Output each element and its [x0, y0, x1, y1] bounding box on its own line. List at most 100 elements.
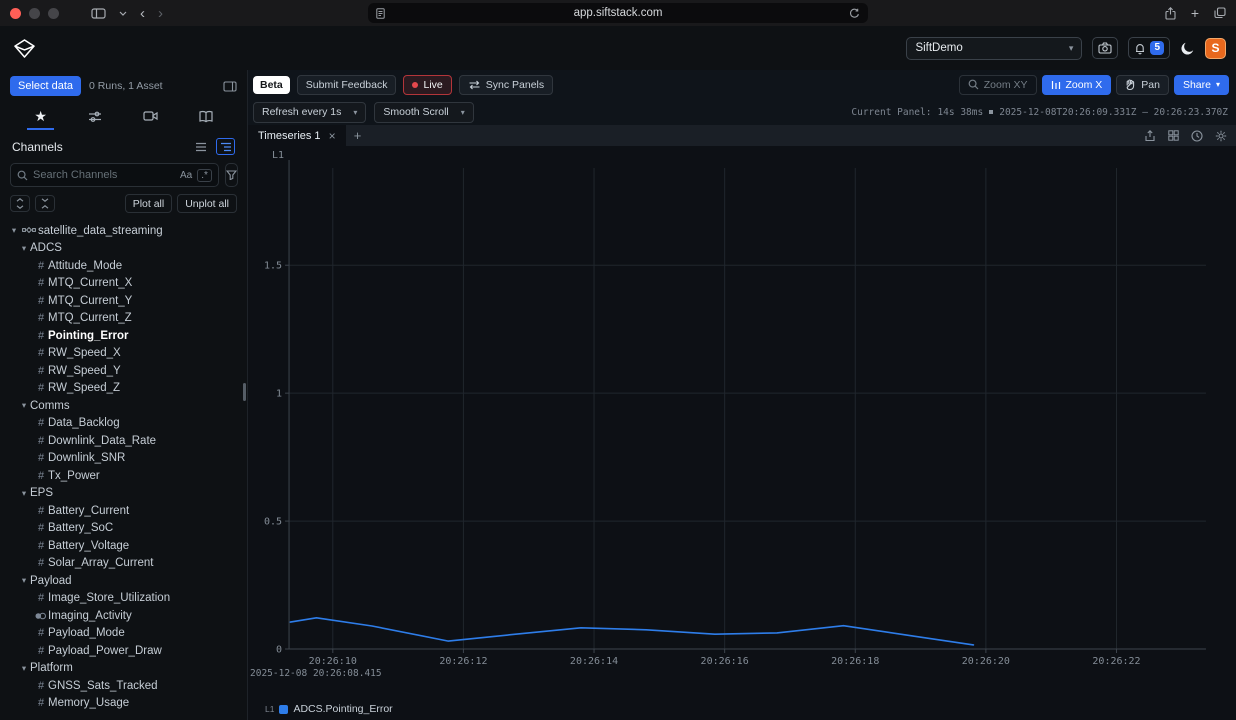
expand-all-icon[interactable]: [10, 195, 30, 212]
tree-group-item[interactable]: ▾Payload: [0, 572, 247, 590]
svg-text:1.5: 1.5: [264, 261, 282, 272]
video-icon: [143, 110, 158, 122]
search-input[interactable]: [33, 169, 175, 181]
back-icon[interactable]: ‹: [140, 6, 145, 21]
collapse-all-icon[interactable]: [35, 195, 55, 212]
tree-channel-item[interactable]: #Battery_SoC: [0, 520, 247, 538]
tab-timeseries-1[interactable]: Timeseries 1 ×: [248, 125, 346, 146]
address-bar[interactable]: app.siftstack.com: [368, 3, 868, 23]
refresh-interval-select[interactable]: Refresh every 1s ▾: [253, 102, 366, 123]
timeseries-chart[interactable]: 20:26:1020:26:1220:26:1420:26:1620:26:18…: [248, 146, 1236, 720]
tree-channel-item[interactable]: #Image_Store_Utilization: [0, 590, 247, 608]
tree-view-icon[interactable]: [216, 138, 235, 155]
export-icon[interactable]: [1144, 130, 1156, 142]
pan-button[interactable]: Pan: [1116, 75, 1169, 95]
tree-channel-item[interactable]: #MTQ_Current_X: [0, 275, 247, 293]
avatar[interactable]: S: [1205, 38, 1226, 59]
list-view-icon[interactable]: [191, 138, 210, 155]
filter-icon[interactable]: [225, 163, 238, 187]
zoom-x-button[interactable]: Zoom X: [1042, 75, 1112, 95]
tree-channel-item[interactable]: #Attitude_Mode: [0, 257, 247, 275]
settings-icon[interactable]: [1215, 130, 1227, 142]
workspace-select[interactable]: SiftDemo ▾: [906, 37, 1082, 60]
scrollbar-thumb[interactable]: [243, 383, 246, 401]
theme-toggle-button[interactable]: [1180, 41, 1195, 56]
tree-channel-item[interactable]: #MTQ_Current_Z: [0, 310, 247, 328]
page-settings-icon[interactable]: [376, 8, 385, 19]
numeric-channel-icon: #: [34, 697, 48, 709]
tree-channel-item[interactable]: #GNSS_Sats_Tracked: [0, 677, 247, 695]
notifications-button[interactable]: 5: [1128, 37, 1170, 59]
tab-reports[interactable]: [192, 104, 220, 130]
tree-channel-item[interactable]: #Solar_Array_Current: [0, 555, 247, 573]
submit-feedback-button[interactable]: Submit Feedback: [297, 75, 397, 95]
tree-channel-item[interactable]: #RW_Speed_X: [0, 345, 247, 363]
tab-overview-icon[interactable]: [1214, 7, 1226, 19]
live-button[interactable]: Live: [403, 75, 451, 95]
regex-toggle[interactable]: .*: [197, 169, 212, 182]
window-zoom-button[interactable]: [48, 8, 59, 19]
caret-down-icon[interactable]: ▾: [18, 575, 30, 586]
numeric-channel-icon: #: [34, 347, 48, 359]
caret-down-icon[interactable]: ▾: [18, 243, 30, 254]
channel-tree: ▾satellite_data_streaming▾ADCS#Attitude_…: [0, 218, 247, 720]
tree-channel-item[interactable]: #Payload_Power_Draw: [0, 642, 247, 660]
tree-channel-item[interactable]: Imaging_Activity: [0, 607, 247, 625]
tree-channel-item[interactable]: #Battery_Voltage: [0, 537, 247, 555]
tree-channel-item[interactable]: #Battery_Current: [0, 502, 247, 520]
unplot-all-button[interactable]: Unplot all: [177, 194, 237, 213]
tab-video[interactable]: [136, 104, 165, 130]
tree-channel-item[interactable]: #Memory_Usage: [0, 695, 247, 713]
capture-button[interactable]: [1092, 37, 1118, 59]
share-page-icon[interactable]: [1165, 7, 1176, 20]
close-tab-icon[interactable]: ×: [329, 130, 336, 142]
tree-channel-item[interactable]: #Downlink_Data_Rate: [0, 432, 247, 450]
numeric-channel-icon: #: [34, 522, 48, 534]
tree-asset-item[interactable]: ▾satellite_data_streaming: [0, 222, 247, 240]
select-data-button[interactable]: Select data: [10, 76, 81, 96]
tree-channel-item[interactable]: #Tx_Power: [0, 467, 247, 485]
svg-text:2025-12-08 20:26:08.415: 2025-12-08 20:26:08.415: [250, 668, 382, 679]
new-tab-icon[interactable]: +: [1191, 6, 1199, 20]
enum-channel-icon: [34, 611, 48, 621]
share-button[interactable]: Share ▾: [1174, 75, 1229, 95]
tree-group-item[interactable]: ▾Comms: [0, 397, 247, 415]
sift-logo[interactable]: [14, 39, 35, 58]
tree-group-item[interactable]: ▾EPS: [0, 485, 247, 503]
zoom-xy-button[interactable]: Zoom XY: [959, 75, 1037, 95]
reload-icon[interactable]: [849, 8, 860, 19]
tree-channel-item[interactable]: #Data_Backlog: [0, 415, 247, 433]
collapse-sidebar-icon[interactable]: [223, 81, 237, 92]
match-case-toggle[interactable]: Aa: [180, 170, 192, 181]
caret-down-icon[interactable]: ▾: [8, 225, 20, 236]
browser-sidebar-icon[interactable]: [91, 8, 106, 19]
tree-channel-item[interactable]: #Payload_Mode: [0, 625, 247, 643]
tree-channel-item[interactable]: #Pointing_Error: [0, 327, 247, 345]
caret-down-icon[interactable]: ▾: [18, 663, 30, 674]
tree-channel-item[interactable]: #MTQ_Current_Y: [0, 292, 247, 310]
tab-channels[interactable]: ★: [27, 104, 54, 130]
caret-down-icon[interactable]: ▾: [18, 400, 30, 411]
tree-channel-item[interactable]: #Downlink_SNR: [0, 450, 247, 468]
forward-icon[interactable]: ›: [158, 6, 163, 21]
scroll-mode-select[interactable]: Smooth Scroll ▾: [374, 102, 473, 123]
history-icon[interactable]: [1191, 130, 1203, 142]
svg-text:20:26:20: 20:26:20: [962, 656, 1010, 667]
layout-icon[interactable]: [1168, 130, 1179, 141]
numeric-channel-icon: #: [34, 330, 48, 342]
chart-legend[interactable]: L1 ADCS.Pointing_Error: [265, 703, 393, 715]
current-panel-info: Current Panel: 14s 38ms 2025-12-08T20:26…: [851, 107, 1228, 118]
tree-group-item[interactable]: ▾ADCS: [0, 240, 247, 258]
window-close-button[interactable]: [10, 8, 21, 19]
tree-channel-item[interactable]: #RW_Speed_Z: [0, 380, 247, 398]
caret-down-icon[interactable]: ▾: [18, 488, 30, 499]
add-panel-button[interactable]: +: [346, 125, 370, 146]
sync-panels-button[interactable]: Sync Panels: [459, 75, 553, 95]
tree-channel-item[interactable]: #RW_Speed_Y: [0, 362, 247, 380]
tree-group-item[interactable]: ▾Platform: [0, 660, 247, 678]
plot-all-button[interactable]: Plot all: [125, 194, 173, 213]
tab-rules[interactable]: [81, 104, 109, 130]
tab-group-chevron-icon[interactable]: [119, 11, 127, 16]
window-minimize-button[interactable]: [29, 8, 40, 19]
numeric-channel-icon: #: [34, 592, 48, 604]
